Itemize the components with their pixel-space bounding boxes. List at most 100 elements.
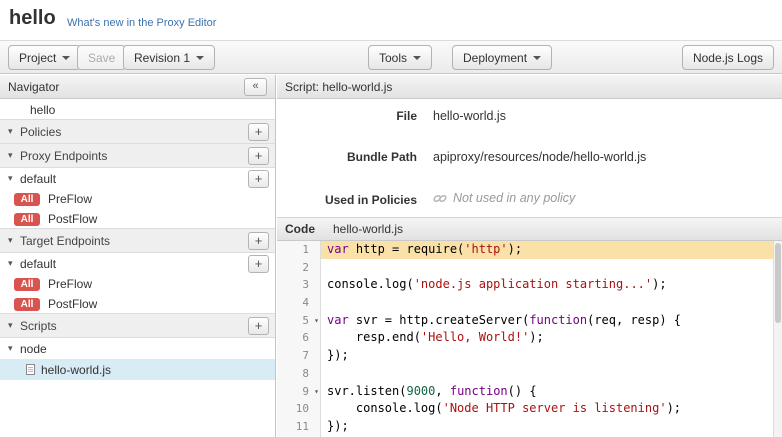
code-line-text[interactable]: console.log('Node HTTP server is listeni… <box>321 400 782 418</box>
field-label: File <box>277 109 417 123</box>
tree-section-target-endpoints[interactable]: ▾Target Endpoints + <box>0 228 275 253</box>
tools-menu-label: Tools <box>379 51 407 65</box>
navigator-panel: Navigator « hello▾Policies+▾Proxy Endpoi… <box>0 75 276 437</box>
tree-label: default <box>20 172 56 186</box>
tree-flow-preflow[interactable]: AllPreFlow <box>0 189 275 209</box>
project-menu-label: Project <box>19 51 56 65</box>
tree-label: node <box>20 342 47 356</box>
disclosure-triangle-icon[interactable]: ▾ <box>8 235 20 246</box>
field-value-text: apiproxy/resources/node/hello-world.js <box>433 150 646 164</box>
line-number: 5▾ <box>277 312 321 330</box>
line-number: 11 <box>277 418 321 436</box>
code-line[interactable]: 7}); <box>277 347 782 365</box>
collapse-navigator-button[interactable]: « <box>244 78 267 96</box>
tree-flow-preflow[interactable]: All PreFlow <box>0 274 275 294</box>
line-number: 7 <box>277 347 321 365</box>
code-line-text[interactable]: var svr = http.createServer(function(req… <box>321 312 782 330</box>
field-value: hello-world.js <box>433 109 506 123</box>
tree-label: PreFlow <box>48 192 92 206</box>
save-button[interactable]: Save <box>77 45 126 70</box>
file-icon <box>26 364 35 375</box>
tools-menu-button[interactable]: Tools <box>368 45 432 70</box>
nodejs-logs-label: Node.js Logs <box>693 51 763 65</box>
add-button[interactable]: + <box>248 170 269 188</box>
tree-subsection-default[interactable]: ▾default+ <box>0 253 275 274</box>
tree-flow-postflow[interactable]: AllPostFlow <box>0 209 275 229</box>
code-line[interactable]: 1var http = require('http'); <box>277 241 782 259</box>
tree-section-scripts[interactable]: ▾Scripts + <box>0 313 275 338</box>
tree-flow-postflow[interactable]: All PostFlow <box>0 294 275 314</box>
navigator-header: Navigator « <box>0 75 275 99</box>
tree-label: hello <box>30 103 55 117</box>
tree-label: Proxy Endpoints <box>20 149 107 163</box>
disclosure-triangle-icon[interactable]: ▾ <box>8 320 20 331</box>
field-row-bundle-path: Bundle Pathapiproxy/resources/node/hello… <box>277 150 782 164</box>
code-line[interactable]: 10 console.log('Node HTTP server is list… <box>277 400 782 418</box>
tree-section-proxy-endpoints[interactable]: ▾Proxy Endpoints + <box>0 143 275 168</box>
fold-toggle-icon[interactable]: ▾ <box>314 383 319 401</box>
add-button[interactable]: + <box>248 317 269 335</box>
field-value: Not used in any policy <box>433 191 575 205</box>
disclosure-triangle-icon[interactable]: ▾ <box>8 150 20 161</box>
add-button[interactable]: + <box>248 147 269 165</box>
tree-file-hello-world-js[interactable]: hello-world.js <box>0 359 275 380</box>
line-number: 1 <box>277 241 321 259</box>
tree-subsection-default[interactable]: ▾default + <box>0 168 275 189</box>
field-row-file: File hello-world.js <box>277 109 782 123</box>
code-tab[interactable]: Code <box>285 222 315 236</box>
code-line-text[interactable] <box>321 259 782 277</box>
field-value: apiproxy/resources/node/hello-world.js <box>433 150 646 164</box>
whats-new-link[interactable]: What's new in the Proxy Editor <box>67 17 216 29</box>
flow-condition-badge: All <box>14 278 40 291</box>
line-number: 10 <box>277 400 321 418</box>
code-line[interactable]: 5▾var svr = http.createServer(function(r… <box>277 312 782 330</box>
nodejs-logs-button[interactable]: Node.js Logs <box>682 45 774 70</box>
code-line[interactable]: 2 <box>277 259 782 277</box>
code-line-text[interactable]: resp.end('Hello, World!'); <box>321 329 782 347</box>
page-header: hello What's new in the Proxy Editor <box>0 0 782 40</box>
code-line[interactable]: 9▾svr.listen(9000, function() { <box>277 383 782 401</box>
disclosure-triangle-icon[interactable]: ▾ <box>8 258 20 269</box>
tree-label: PostFlow <box>48 297 97 311</box>
tree-label: Scripts <box>20 319 57 333</box>
tree-subsection-node[interactable]: ▾node <box>0 338 275 359</box>
code-editor[interactable]: 1var http = require('http');23console.lo… <box>277 241 782 437</box>
deployment-menu-button[interactable]: Deployment <box>452 45 552 70</box>
tree-label: Target Endpoints <box>20 234 110 248</box>
tree-section-policies[interactable]: ▾Policies+ <box>0 119 275 144</box>
revision-menu-label: Revision 1 <box>134 51 190 65</box>
fold-toggle-icon[interactable]: ▾ <box>314 312 319 330</box>
revision-menu-button[interactable]: Revision 1 <box>123 45 215 70</box>
toolbar: Project Save Revision 1 Tools Deployment… <box>0 40 782 74</box>
code-line-text[interactable]: svr.listen(9000, function() { <box>321 383 782 401</box>
code-line[interactable]: 8 <box>277 365 782 383</box>
scrollbar-thumb[interactable] <box>775 243 781 323</box>
code-line-text[interactable]: var http = require('http'); <box>321 241 782 259</box>
add-button[interactable]: + <box>248 123 269 141</box>
code-line[interactable]: 6 resp.end('Hello, World!'); <box>277 329 782 347</box>
field-value-text: Not used in any policy <box>453 191 575 205</box>
code-line-text[interactable] <box>321 365 782 383</box>
code-lines: 1var http = require('http');23console.lo… <box>277 241 782 436</box>
code-line-text[interactable] <box>321 294 782 312</box>
add-button[interactable]: + <box>248 255 269 273</box>
caret-down-icon <box>62 56 70 60</box>
disclosure-triangle-icon[interactable]: ▾ <box>8 126 20 137</box>
disclosure-triangle-icon[interactable]: ▾ <box>8 343 20 354</box>
add-button[interactable]: + <box>248 232 269 250</box>
code-line-text[interactable]: }); <box>321 347 782 365</box>
code-line-text[interactable]: console.log('node.js application startin… <box>321 276 782 294</box>
tree-label: PreFlow <box>48 277 92 291</box>
vertical-scrollbar[interactable] <box>773 241 782 437</box>
code-line[interactable]: 11}); <box>277 418 782 436</box>
disclosure-triangle-icon[interactable]: ▾ <box>8 173 20 184</box>
script-panel-header: Script: hello-world.js <box>277 75 782 99</box>
code-line-text[interactable]: }); <box>321 418 782 436</box>
flow-condition-badge: All <box>14 298 40 311</box>
tree-item-hello[interactable]: hello <box>0 99 275 120</box>
code-line[interactable]: 4 <box>277 294 782 312</box>
code-line[interactable]: 3console.log('node.js application starti… <box>277 276 782 294</box>
tree-label: PostFlow <box>48 212 97 226</box>
deployment-menu-label: Deployment <box>463 51 527 65</box>
project-menu-button[interactable]: Project <box>8 45 81 70</box>
